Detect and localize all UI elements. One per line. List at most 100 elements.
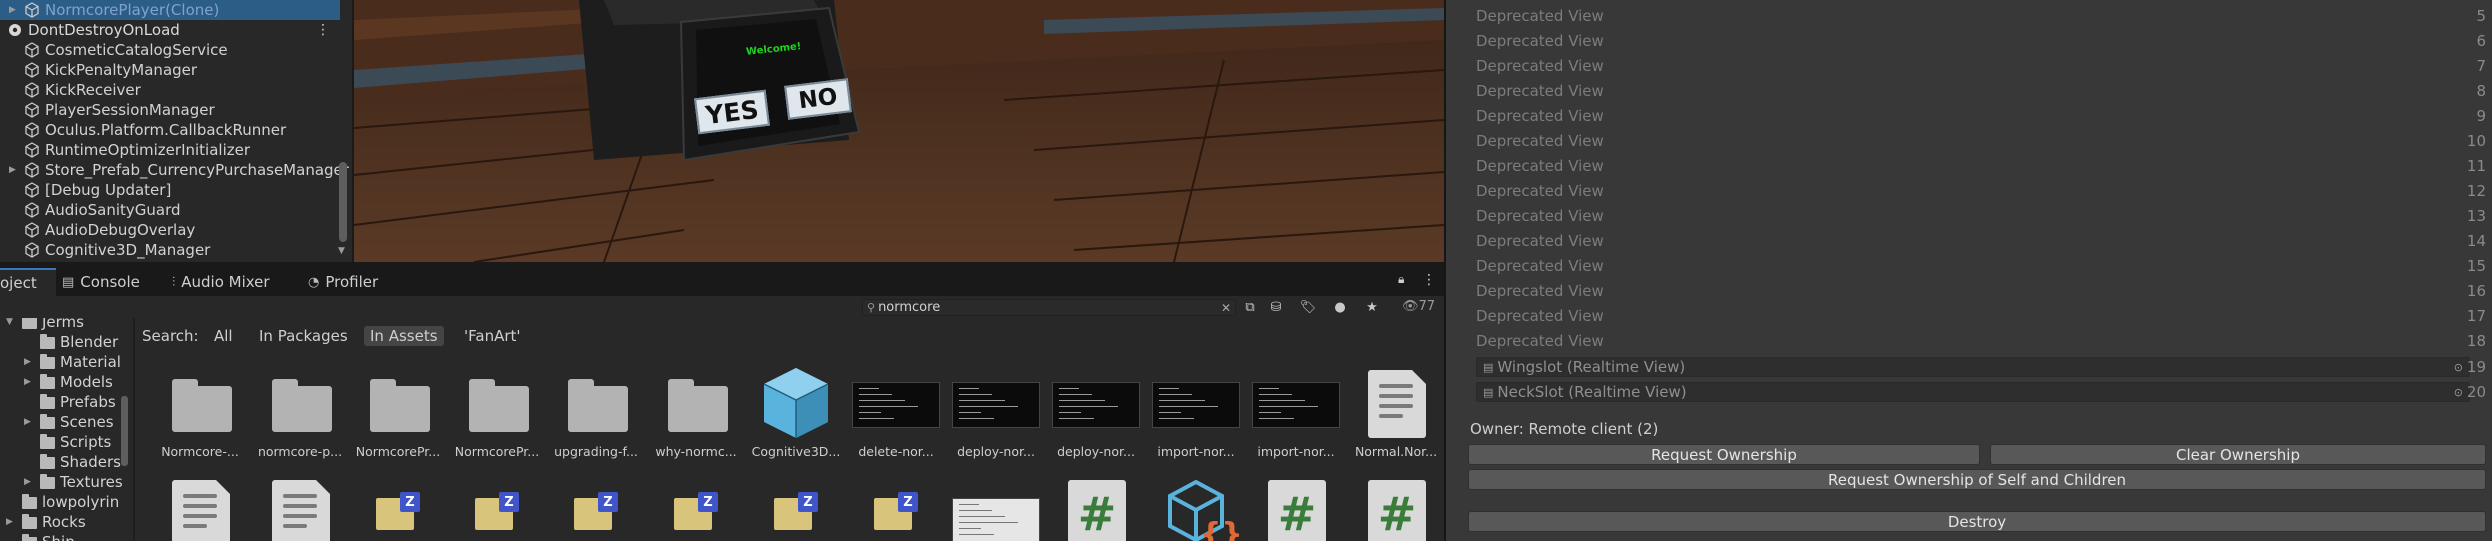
asset-name: normcore-p...: [257, 444, 343, 459]
folder-icon: [648, 366, 744, 438]
scene-view[interactable]: Welcome! YES NO: [354, 0, 1444, 262]
text-asset-icon: [152, 476, 248, 541]
expand-arrow-icon[interactable]: ▶: [24, 477, 31, 487]
hierarchy-item[interactable]: KickReceiver: [0, 80, 340, 100]
list-index: 9: [2476, 106, 2486, 125]
gameobject-icon: [24, 242, 41, 259]
asset-name: NormcorePr...: [355, 444, 441, 459]
search-value: normcore: [878, 300, 941, 315]
clear-ownership-button[interactable]: Clear Ownership: [1990, 444, 2486, 465]
zip-folder-icon: Z: [748, 476, 844, 541]
image-thumbnail-icon: [1048, 366, 1144, 438]
folder-tree-label: Models: [60, 373, 113, 391]
svg-text:{}: {}: [1200, 517, 1243, 541]
folder-tree-scrollbar[interactable]: [121, 396, 128, 466]
hierarchy-item-label: KickPenaltyManager: [45, 61, 198, 79]
tab-profiler[interactable]: ◔ Profiler: [308, 268, 378, 296]
script-file-icon: ▤: [1483, 385, 1494, 399]
folder-icon: [548, 366, 644, 438]
clear-search-icon[interactable]: ✕: [1221, 301, 1231, 315]
hierarchy-item[interactable]: [Debug Updater]: [0, 180, 340, 200]
object-field[interactable]: ▤ Wingslot (Realtime View) ⊙: [1476, 357, 2470, 377]
filter-in-packages[interactable]: In Packages: [253, 326, 354, 346]
search-by-type-icon[interactable]: ⧉: [1240, 299, 1260, 316]
hierarchy-item[interactable]: DontDestroyOnLoad ⋮: [0, 20, 340, 40]
expand-arrow-icon[interactable]: ▶: [24, 377, 31, 387]
deprecated-view-item: Deprecated View: [1476, 156, 1604, 175]
hierarchy-scrollbar[interactable]: [339, 162, 347, 242]
search-by-label-icon[interactable]: ⛁: [1266, 299, 1286, 316]
hierarchy-item[interactable]: AudioDebugOverlay: [0, 220, 340, 240]
hierarchy-item[interactable]: RuntimeOptimizerInitializer: [0, 140, 340, 160]
inspector-panel: Deprecated View 5 Deprecated View 6 Deprecat…: [1446, 0, 2492, 541]
hidden-count-value: 77: [1418, 299, 1436, 314]
tab-project[interactable]: oject: [0, 268, 56, 296]
gameobject-icon: [24, 42, 41, 59]
label-tag-icon[interactable]: 🏷︎: [1298, 299, 1318, 316]
hierarchy-item[interactable]: ▶ Store_Prefab_CurrencyPurchaseManager: [0, 160, 349, 180]
hierarchy-item[interactable]: Oculus.Platform.CallbackRunner: [0, 120, 340, 140]
list-index: 15: [2466, 256, 2486, 275]
csharp-script-icon: #: [1048, 476, 1144, 541]
expand-arrow-icon[interactable]: ▶: [24, 417, 31, 427]
list-index: 20: [2466, 383, 2486, 401]
deprecated-view-item: Deprecated View: [1476, 306, 1604, 325]
folder-tree-label: Scripts: [60, 433, 112, 451]
scroll-down-arrow-icon[interactable]: ▼: [338, 246, 345, 256]
search-icon: ⚲: [867, 301, 876, 314]
expand-arrow-icon[interactable]: ▶: [9, 165, 16, 175]
lock-icon[interactable]: 🔒︎: [1398, 272, 1404, 287]
gameobject-icon: [24, 182, 41, 199]
image-thumbnail-icon: [1248, 366, 1344, 438]
destroy-button[interactable]: Destroy: [1468, 511, 2486, 532]
folder-tree-label: Scenes: [60, 413, 114, 431]
tab-audio-mixer[interactable]: ⫶ Audio Mixer: [172, 268, 270, 296]
filter-fanart[interactable]: 'FanArt': [458, 326, 527, 346]
hierarchy-item[interactable]: PlayerSessionManager: [0, 100, 340, 120]
hierarchy-item-label: PlayerSessionManager: [45, 101, 215, 119]
zip-folder-icon: Z: [848, 476, 944, 541]
expand-arrow-icon[interactable]: ▶: [6, 517, 13, 527]
filter-all[interactable]: All: [208, 326, 239, 346]
hierarchy-item[interactable]: AudioSanityGuard: [0, 200, 340, 220]
script-file-icon: ▤: [1483, 360, 1494, 374]
kebab-menu-icon[interactable]: ⋮: [1422, 272, 1436, 288]
hierarchy-item-label: AudioDebugOverlay: [45, 221, 196, 239]
folder-icon: [40, 394, 55, 409]
asset-name: delete-nor...: [858, 444, 934, 459]
hierarchy-item-label: RuntimeOptimizerInitializer: [45, 141, 251, 159]
kebab-menu-icon[interactable]: ⋮: [316, 22, 330, 38]
folder-icon: [152, 366, 248, 438]
hierarchy-item[interactable]: CosmeticCatalogService: [0, 40, 340, 60]
deprecated-view-item: Deprecated View: [1476, 106, 1604, 125]
expand-arrow-icon[interactable]: ▶: [9, 5, 16, 15]
hidden-packages-count[interactable]: 👁︎77: [1402, 299, 1435, 314]
project-search-input[interactable]: ⚲ normcore ✕: [862, 299, 1236, 316]
request-ownership-children-button[interactable]: Request Ownership of Self and Children: [1468, 469, 2486, 490]
tree-divider[interactable]: [133, 318, 135, 541]
hierarchy-item-label: AudioSanityGuard: [45, 201, 181, 219]
list-index: 11: [2466, 156, 2486, 175]
hierarchy-item[interactable]: Cognitive3D_Manager: [0, 240, 340, 260]
object-field[interactable]: ▤ NeckSlot (Realtime View) ⊙: [1476, 382, 2470, 402]
hierarchy-item[interactable]: KickPenaltyManager: [0, 60, 340, 80]
object-field-label: NeckSlot (Realtime View): [1497, 383, 1687, 401]
deprecated-view-item: Deprecated View: [1476, 131, 1604, 150]
csharp-script-icon: #: [1248, 476, 1344, 541]
request-ownership-button[interactable]: Request Ownership: [1468, 444, 1980, 465]
tab-console[interactable]: ▤ Console: [62, 268, 140, 296]
hierarchy-item[interactable]: ▶ NormcorePlayer(Clone): [0, 0, 340, 20]
filter-in-assets[interactable]: In Assets: [364, 326, 444, 346]
folder-tree-label: Prefabs: [60, 393, 116, 411]
hierarchy-item-label: Oculus.Platform.CallbackRunner: [45, 121, 287, 139]
image-thumbnail-icon: [948, 366, 1044, 438]
expand-arrow-icon[interactable]: ▼: [6, 318, 13, 327]
folder-icon: [40, 354, 55, 369]
folder-icon: [40, 474, 55, 489]
folder-icon: [40, 374, 55, 389]
folder-tree-label: Jerms: [42, 318, 84, 331]
favorite-star-icon[interactable]: ★: [1362, 299, 1382, 316]
warning-filter-icon[interactable]: ●: [1330, 299, 1350, 316]
expand-arrow-icon[interactable]: ▶: [24, 357, 31, 367]
folder-icon: [350, 366, 446, 438]
